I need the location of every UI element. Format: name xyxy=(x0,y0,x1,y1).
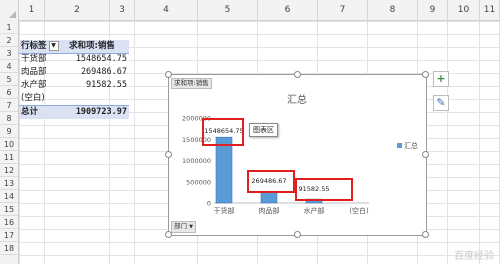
column-header-cell[interactable]: 6 xyxy=(258,0,318,20)
column-header-cell[interactable]: 8 xyxy=(368,0,418,20)
highlight-box xyxy=(202,118,244,146)
column-header-cell[interactable]: 3 xyxy=(110,0,135,20)
pivot-row-labels-header[interactable]: 行标签 ▼ xyxy=(21,40,59,53)
pivot-row-label: 水产部 xyxy=(21,80,47,90)
resize-handle[interactable] xyxy=(422,71,429,78)
pivot-row-label: 肉品部 xyxy=(21,67,47,77)
chart-canvas: 汇总 0500000100000015000002000000 干货部 肉品部 水产… xyxy=(182,93,418,215)
pivot-row-value: 269486.67 xyxy=(80,67,127,77)
row-header-cell[interactable]: 9 xyxy=(0,125,18,138)
pivot-row[interactable]: 水产部 91582.55 xyxy=(19,79,129,92)
column-header-cell[interactable]: 11 xyxy=(480,0,500,20)
row-header-cell[interactable]: 5 xyxy=(0,73,18,86)
row-header-cell[interactable]: 13 xyxy=(0,177,18,190)
row-header-cell[interactable]: 16 xyxy=(0,216,18,229)
resize-handle[interactable] xyxy=(294,231,301,238)
row-header-cell[interactable]: 2 xyxy=(0,34,18,47)
legend-swatch xyxy=(397,143,402,148)
pivot-row-value: 1548654.75 xyxy=(75,54,127,64)
plus-icon: + xyxy=(436,72,446,85)
chart-area-tooltip: 图表区 xyxy=(249,123,278,137)
add-chart-element-button[interactable]: + xyxy=(433,71,449,87)
y-tick-label: 1000000 xyxy=(182,157,211,165)
pivot-chart[interactable]: 汇总 0 500000 1000000 1500000 2000000 干货部 肉品部 水产… xyxy=(168,74,427,236)
resize-handle[interactable] xyxy=(422,231,429,238)
select-all-corner[interactable] xyxy=(0,0,19,20)
pivot-row-label: 干货部 xyxy=(21,54,47,64)
column-header-cell[interactable]: 10 xyxy=(448,0,480,20)
brush-icon: ✎ xyxy=(436,96,446,109)
x-tick-label: 肉品部 xyxy=(259,206,280,215)
chevron-down-icon: ▼ xyxy=(189,224,193,230)
row-header-cell[interactable]: 15 xyxy=(0,203,18,216)
y-tick-label: 0 xyxy=(207,200,211,208)
pivot-row[interactable]: 肉品部 269486.67 xyxy=(19,66,129,79)
y-tick-label: 500000 xyxy=(186,178,211,186)
row-header-cell[interactable]: 14 xyxy=(0,190,18,203)
resize-handle[interactable] xyxy=(165,151,172,158)
grid-column-line xyxy=(134,21,135,264)
x-tick-label: 水产部 xyxy=(304,206,325,215)
pivot-value-header[interactable]: 求和项:销售 xyxy=(69,40,115,53)
row-header-cell[interactable]: 11 xyxy=(0,151,18,164)
row-header-cell[interactable]: 8 xyxy=(0,112,18,125)
row-header-cell[interactable]: 3 xyxy=(0,47,18,60)
resize-handle[interactable] xyxy=(422,151,429,158)
row-header-cell[interactable]: 17 xyxy=(0,229,18,242)
column-header-cell[interactable]: 4 xyxy=(135,0,198,20)
row-header-cell[interactable]: 6 xyxy=(0,86,18,99)
pivot-header-row: 行标签 ▼ 求和项:销售 xyxy=(19,40,129,54)
x-tick-label: (空白) xyxy=(349,206,369,215)
column-header-cell[interactable]: 7 xyxy=(318,0,368,20)
resize-handle[interactable] xyxy=(165,71,172,78)
highlight-box xyxy=(295,178,353,201)
filter-dropdown-icon[interactable]: ▼ xyxy=(48,40,59,51)
chart-styles-button[interactable]: ✎ xyxy=(433,95,449,111)
pivot-total-label: 总计 xyxy=(21,107,39,117)
column-header-cell[interactable]: 2 xyxy=(45,0,110,20)
resize-handle[interactable] xyxy=(294,71,301,78)
x-tick-label: 干货部 xyxy=(214,206,235,215)
bar[interactable] xyxy=(215,136,233,204)
chart-title[interactable]: 汇总 xyxy=(287,93,307,106)
row-header-cell[interactable]: 18 xyxy=(0,242,18,255)
axis-field-label: 部门 xyxy=(174,222,187,230)
grid-column-line xyxy=(447,21,448,264)
column-header-cell[interactable]: 9 xyxy=(418,0,448,20)
pivot-total-row[interactable]: 总计 1909723.97 xyxy=(19,105,129,119)
row-header-cell[interactable]: 10 xyxy=(0,138,18,151)
legend-label[interactable]: 汇总 xyxy=(404,141,418,150)
resize-handle[interactable] xyxy=(165,231,172,238)
row-header-cell[interactable]: 12 xyxy=(0,164,18,177)
chart-value-field-button[interactable]: 求和项:销售 xyxy=(171,78,212,89)
column-header-cell[interactable]: 5 xyxy=(198,0,258,20)
row-header-cell[interactable]: 7 xyxy=(0,99,18,112)
bar[interactable] xyxy=(260,191,278,204)
pivot-row[interactable]: (空白) xyxy=(19,92,129,105)
chart-axis-field-button[interactable]: 部门 ▼ xyxy=(171,221,196,233)
column-header-cell[interactable]: 1 xyxy=(19,0,45,20)
pivot-row[interactable]: 干货部 1548654.75 xyxy=(19,53,129,66)
row-header-cell[interactable]: 1 xyxy=(0,21,18,34)
pivot-total-value: 1909723.97 xyxy=(75,107,127,117)
highlight-box xyxy=(247,170,295,193)
grid-column-line xyxy=(479,21,480,264)
pivot-row-value: 91582.55 xyxy=(86,80,127,90)
watermark-logo: 百度经验 xyxy=(454,251,494,262)
row-header-cell[interactable]: 4 xyxy=(0,60,18,73)
pivot-row-label: (空白) xyxy=(21,93,45,103)
